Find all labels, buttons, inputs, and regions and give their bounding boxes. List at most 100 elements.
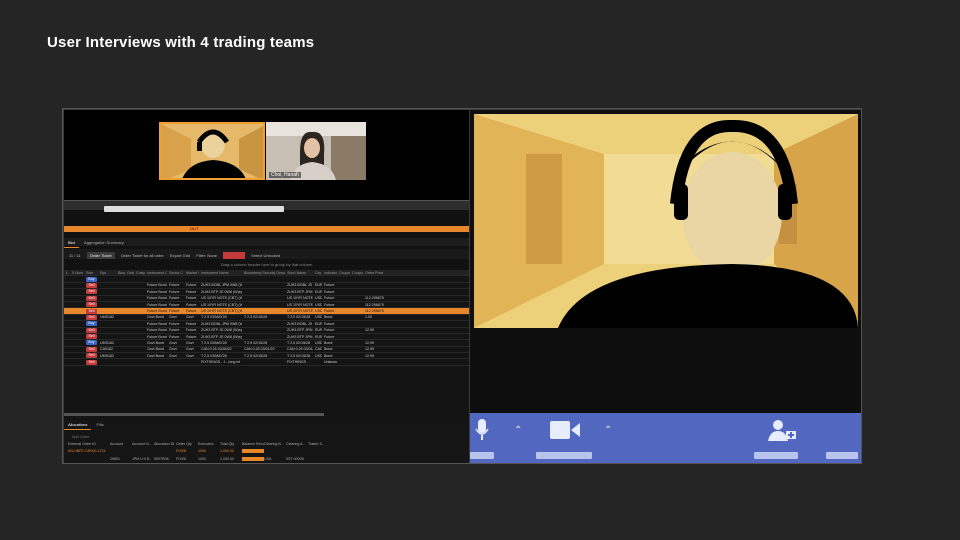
cell: T 2.5 02/15/28 <box>244 353 268 358</box>
cell: Future Bond <box>147 289 167 294</box>
cell: Future <box>169 321 180 326</box>
alloc-cell <box>308 449 330 454</box>
alloc-column-header: Balance Remai.. <box>242 442 264 446</box>
cell: Future <box>324 321 335 326</box>
cell: FIXTHINGS <box>287 360 307 365</box>
alloc-cell: 1000 <box>198 457 206 461</box>
alloc-cell: FIXE8 <box>176 449 186 453</box>
chevron-up-icon[interactable]: ⌃ <box>604 425 612 436</box>
column-header[interactable]: Coupon <box>337 271 350 275</box>
column-header[interactable]: Side <box>84 271 98 275</box>
column-header[interactable]: S Num <box>70 271 84 275</box>
cell: Govt <box>169 315 177 320</box>
column-header[interactable]: Cusip <box>134 271 145 275</box>
order-count: 11 / 11 <box>69 253 81 258</box>
tab-blotter[interactable]: Blot <box>64 238 79 248</box>
cell: Govt Bond <box>147 353 164 358</box>
grid-toolbar: 11 / 11 Order Ticket Order Ticket for al… <box>64 249 469 259</box>
tab-allocations[interactable]: Allocations <box>64 420 92 430</box>
column-header[interactable]: Ccy <box>313 271 322 275</box>
cell: Bond <box>324 353 333 358</box>
microphone-icon[interactable] <box>475 419 489 441</box>
alloc-row[interactable]: 29851 JPM LHI R.. 5007R08 FIXE8 1000 1,000.00… <box>64 457 469 462</box>
alloc-cell: AN-HBFE-OR000-1724 <box>68 449 106 453</box>
cell: 112.296875 <box>365 302 384 307</box>
column-header[interactable]: Bloomberg Security Description <box>242 271 285 275</box>
split-order-button[interactable]: Split Order <box>72 435 469 439</box>
column-header[interactable]: Sector C <box>167 271 184 275</box>
alloc-cell <box>110 449 132 454</box>
alloc-cell: 1,000.00 <box>220 449 234 453</box>
cell: US 10YR NOTE (CBT) (W)eg22 TR3M <box>201 302 242 307</box>
cell: Future <box>324 309 335 314</box>
select-unlocked-button[interactable]: Select Unlocked <box>251 253 280 258</box>
cell: Future Bond <box>147 321 167 326</box>
alloc-cell <box>132 449 154 454</box>
alloc-cell: USA <box>264 457 272 461</box>
cell-side: Sell <box>84 334 98 340</box>
export-grid-button[interactable]: Export Grid <box>170 253 190 258</box>
add-participant-icon[interactable] <box>768 419 796 441</box>
video-label <box>536 452 592 459</box>
cell-side: Sell <box>84 302 98 308</box>
search-input[interactable]: Order Ticket for all order <box>121 253 164 258</box>
side-badge: Sell <box>86 353 97 359</box>
alloc-cell <box>286 449 308 454</box>
cell: Bond <box>324 347 333 352</box>
cell: EUR <box>315 289 322 294</box>
participant-thumbnail-active[interactable] <box>159 122 265 180</box>
column-header[interactable]: Bksg <box>116 271 125 275</box>
chevron-up-icon[interactable]: ⌃ <box>514 425 522 436</box>
alloc-column-header: Clearing B.. <box>264 442 283 446</box>
active-speaker-video <box>474 114 858 328</box>
column-header[interactable]: Instrument C <box>145 271 167 275</box>
balance-bar <box>242 457 264 461</box>
cell: Future <box>324 289 335 294</box>
camera-icon[interactable] <box>550 421 580 439</box>
column-header[interactable]: Order <box>125 271 134 275</box>
side-badge: Buy <box>86 340 97 346</box>
orders-grid: LS NumSideSysBksgOrderCusipInstrument CS… <box>64 270 469 420</box>
alloc-column-header: External Order ID <box>68 442 96 446</box>
side-badge: Sell <box>86 314 97 320</box>
cell: UMS182 <box>100 340 114 345</box>
tab-fills[interactable]: Fills <box>92 420 107 429</box>
cell: Future <box>186 283 197 288</box>
order-ticket-button[interactable]: Order Ticket <box>86 252 115 259</box>
column-header[interactable]: Instrument Name <box>199 271 242 275</box>
alloc-cell: JPM LHI R.. <box>132 457 152 461</box>
column-header[interactable]: Coupon <box>350 271 363 275</box>
filter-input[interactable] <box>104 206 284 212</box>
cell: ZUH3 BTP JPM <box>287 334 313 339</box>
column-header[interactable]: Indicator <box>322 271 337 275</box>
filter-dropdown[interactable]: Filter: None <box>196 253 217 258</box>
cell: Future <box>186 328 197 333</box>
cell: Govt Bond <box>147 315 164 320</box>
cell: T 2.5 03/MAY28 <box>201 340 227 345</box>
column-header[interactable]: Market S <box>184 271 199 275</box>
alloc-cell: 5ST 0000B <box>286 457 304 461</box>
cell-side: Sell <box>84 327 98 333</box>
alloc-row[interactable]: AN-HBFE-OR000-1724 FIXE8 1000 1,000.00 <box>64 449 469 454</box>
participant-thumbnail[interactable]: Choi, Hanah <box>266 122 366 180</box>
cell: Future <box>186 309 197 314</box>
cell-side: Sell <box>84 289 98 295</box>
column-header[interactable]: Short Name <box>285 271 313 275</box>
alloc-cell: 1,000.00 <box>220 457 234 461</box>
cell-side: Sell <box>84 353 98 359</box>
horizontal-scrollbar[interactable] <box>64 413 324 416</box>
column-header[interactable]: Order Price <box>363 271 385 275</box>
cell: 12.99 <box>365 347 374 352</box>
cell: Future <box>324 296 335 301</box>
slide-title: User Interviews with 4 trading teams <box>47 34 315 51</box>
table-row[interactable]: Sell FIXTHINGS - 1 - long int FIXTHINGS Un… <box>64 359 469 366</box>
cell-side: Buy <box>84 340 98 346</box>
cell: 112.296875 <box>365 309 384 314</box>
cell: USD <box>315 315 322 320</box>
alloc-column-header: Allocation ID <box>154 442 175 446</box>
cell: ZUH3 BOBL JPM 0W8 (W)eg22 B.. <box>201 283 242 288</box>
column-header[interactable]: Sys <box>98 271 116 275</box>
alloc-cell <box>264 449 286 454</box>
tab-aggregation[interactable]: Aggregation Summary <box>80 238 128 247</box>
cell: T 2.5 02/15/28 <box>287 315 311 320</box>
